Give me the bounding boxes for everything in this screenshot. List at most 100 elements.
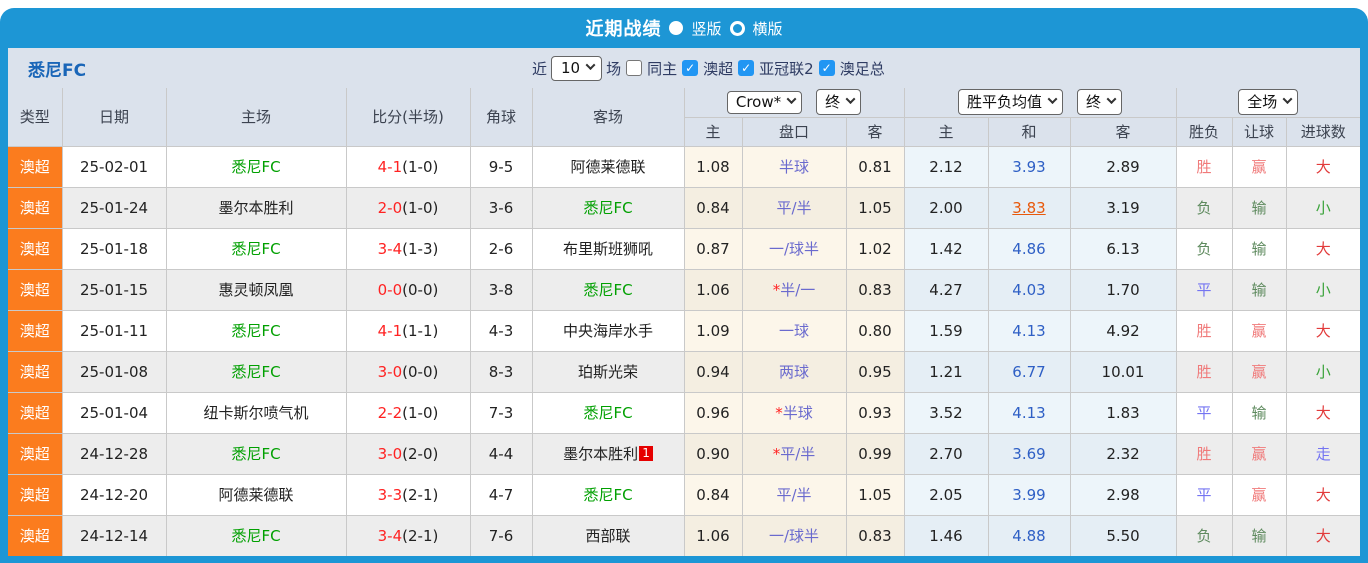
wdl-result: 负 [1175,514,1233,556]
same-home-checkbox[interactable] [626,60,643,76]
odds-home: 2.12 [903,145,989,188]
half-score: (1-3) [402,239,439,258]
handicap-home-odds: 0.94 [683,350,743,393]
aleague-checkbox[interactable]: ✓ [682,60,699,76]
wdl-result: 负 [1175,227,1233,270]
away-team-name: 悉尼FC [583,486,633,504]
match-row: 澳超 25-02-01 悉尼FC 4-1(1-0) 9-5 阿德莱德联 1.08 半球 0.81… [8,145,1360,188]
layout-vertical-radio[interactable] [669,21,684,35]
odds-home: 2.05 [903,473,989,516]
chevron-down-icon [786,94,797,105]
league-tag: 澳超 [8,268,63,311]
corner-count: 4-3 [469,309,533,352]
handicap-result: 赢 [1231,145,1287,188]
away-team-name: 悉尼FC [583,404,633,422]
league-tag: 澳超 [8,145,63,188]
score-cell: 3-3(2-1) [345,473,471,516]
col-away: 客场 [531,88,685,147]
odds-draw: 3.93 [987,145,1071,188]
league-tag: 澳超 [8,432,63,475]
handicap-text: 平/半 [776,486,812,504]
match-row: 澳超 25-01-15 惠灵顿凤凰 0-0(0-0) 3-8 悉尼FC 1.06 *半/一 0.… [8,268,1360,311]
odds-away: 4.92 [1069,309,1177,352]
handicap-text: 平/半 [776,199,812,217]
league-tag: 澳超 [8,309,63,352]
goals-result: 大 [1285,473,1360,516]
score-cell: 3-4(1-3) [345,227,471,270]
near-label: 近 [532,59,548,78]
layout-horizontal-radio[interactable] [729,20,745,36]
handicap-line: 一球 [741,309,847,352]
away-team-name: 悉尼FC [583,281,633,299]
odds-away: 10.01 [1069,350,1177,393]
home-team: 阿德莱德联 [165,473,347,516]
col-wdl: 胜负 [1175,116,1233,147]
ffa-cup-checkbox[interactable]: ✓ [818,60,835,76]
match-date: 25-01-24 [61,186,167,229]
col-handicap-away: 客 [845,116,905,147]
home-team: 墨尔本胜利 [165,186,347,229]
match-count-select[interactable]: 10 [551,55,603,81]
odds-away: 1.70 [1069,268,1177,311]
odds-avg-select[interactable]: 胜平负均值 [958,89,1064,116]
odds-draw-value: 4.86 [1012,239,1046,258]
handicap-result: 输 [1231,186,1287,229]
match-row: 澳超 25-01-24 墨尔本胜利 2-0(1-0) 3-6 悉尼FC 0.84 平/半 1.0… [8,186,1360,229]
match-date: 25-01-15 [61,268,167,311]
away-team-name: 墨尔本胜利 [563,445,639,463]
half-score: (1-0) [402,157,439,176]
bookmaker-select[interactable]: Crow* [726,90,803,114]
odds-draw-value: 6.77 [1012,362,1046,381]
handicap-result: 输 [1231,391,1287,434]
away-team: 布里斯班狮吼 [531,227,685,270]
odds-draw-value: 4.03 [1012,280,1046,299]
odds-draw-value[interactable]: 3.83 [1012,199,1045,217]
odds-draw-value: 4.88 [1012,526,1046,545]
away-team: 珀斯光荣 [531,350,685,393]
handicap-home-odds: 0.87 [683,227,743,270]
home-team: 悉尼FC [165,227,347,270]
star-mark: * [775,404,783,422]
match-row: 澳超 25-01-08 悉尼FC 3-0(0-0) 8-3 珀斯光荣 0.94 两球 0.95 1… [8,350,1360,393]
col-type: 类型 [8,88,63,147]
odds-final-select[interactable]: 终 [1077,89,1123,116]
away-team-name: 珀斯光荣 [577,363,638,381]
half-score: (0-0) [402,280,439,299]
panel-content: 悉尼FC 近 10 场 同主 ✓ 澳超 ✓ 亚冠联2 ✓ 澳足总 类型 日期 主… [8,48,1360,556]
odds-draw-value: 3.99 [1012,485,1046,504]
handicap-line: 平/半 [741,186,847,229]
handicap-home-odds: 0.84 [683,186,743,229]
acl2-checkbox[interactable]: ✓ [738,60,755,76]
goals-result: 大 [1285,514,1360,556]
league-tag: 澳超 [8,391,63,434]
goals-result: 大 [1285,227,1360,270]
handicap-final-select[interactable]: 终 [816,89,862,116]
team-header-bar: 悉尼FC 近 10 场 同主 ✓ 澳超 ✓ 亚冠联2 ✓ 澳足总 [8,48,1360,88]
match-date: 25-02-01 [61,145,167,188]
odds-draw: 4.86 [987,227,1071,270]
scope-select[interactable]: 全场 [1238,89,1299,116]
odds-away: 3.19 [1069,186,1177,229]
odds-home: 2.00 [903,186,989,229]
match-row: 澳超 25-01-11 悉尼FC 4-1(1-1) 4-3 中央海岸水手 1.09 一球 0.8… [8,309,1360,352]
score-cell: 3-0(2-0) [345,432,471,475]
away-team-name: 布里斯班狮吼 [562,240,653,258]
odds-draw-value: 3.93 [1012,157,1046,176]
match-date: 24-12-28 [61,432,167,475]
handicap-line: 半球 [741,145,847,188]
result-group-header: 全场 [1175,88,1360,118]
match-date: 25-01-04 [61,391,167,434]
col-handicap-result: 让球 [1231,116,1287,147]
wdl-result: 胜 [1175,309,1233,352]
corner-count: 7-6 [469,514,533,556]
odds-draw: 4.13 [987,391,1071,434]
half-score: (1-0) [402,403,439,422]
full-score: 3-0 [377,444,403,463]
odds-draw: 4.13 [987,309,1071,352]
score-cell: 0-0(0-0) [345,268,471,311]
match-rows: 澳超 25-02-01 悉尼FC 4-1(1-0) 9-5 阿德莱德联 1.08 半球 0.81… [8,145,1360,556]
col-home: 主场 [165,88,347,147]
chevron-down-icon [585,60,596,71]
handicap-result: 赢 [1231,350,1287,393]
score-cell: 4-1(1-0) [345,145,471,188]
